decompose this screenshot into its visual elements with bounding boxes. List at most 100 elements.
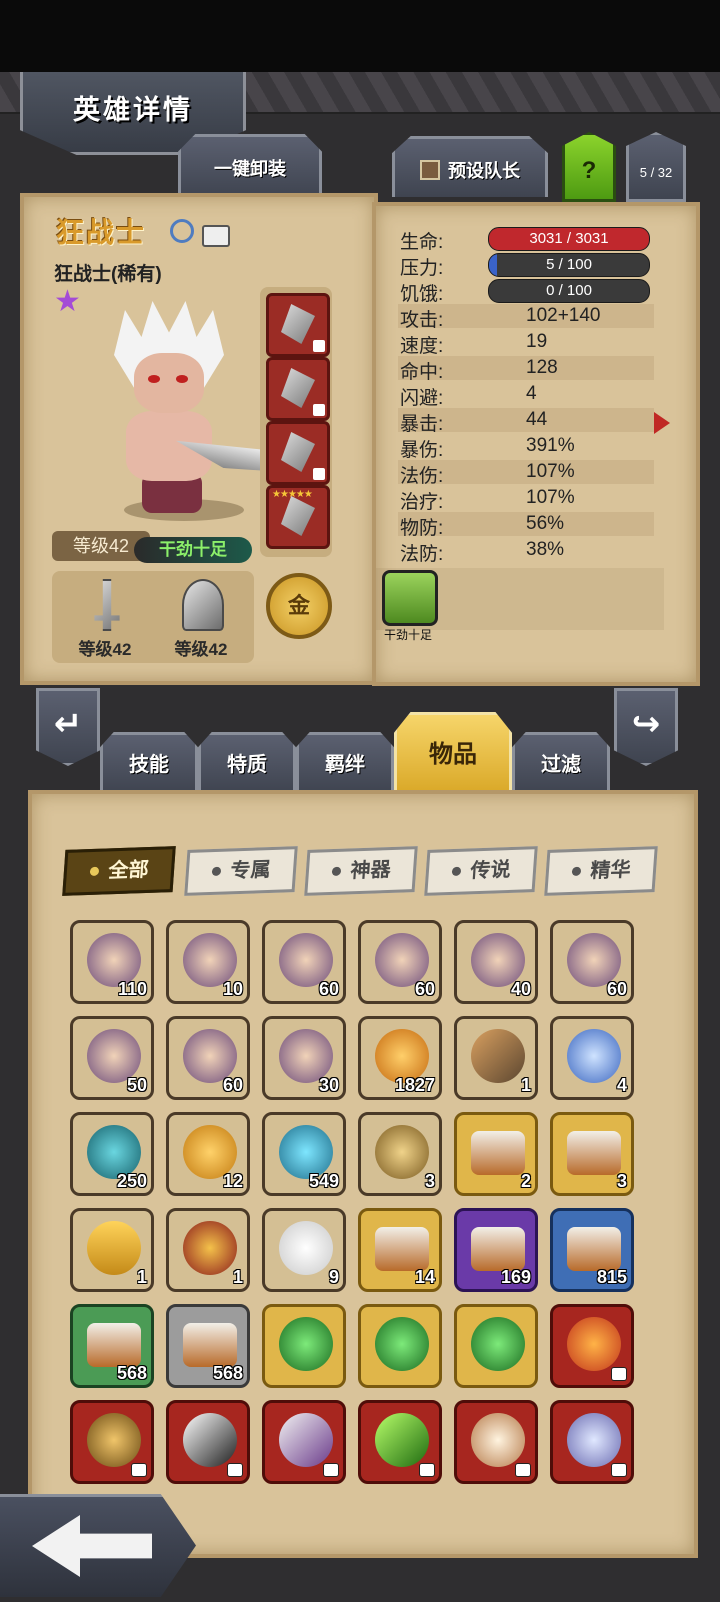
page-title: 英雄详情 <box>73 95 193 125</box>
inventory-item[interactable] <box>262 1400 346 1484</box>
equip-slot-exclusive[interactable]: ★★★★★ <box>266 485 330 549</box>
inventory-item[interactable]: 1 <box>70 1208 154 1292</box>
hero-portrait[interactable] <box>84 293 284 523</box>
inventory-item[interactable] <box>358 1304 442 1388</box>
radio-dot-icon <box>571 866 581 877</box>
inventory-item[interactable]: 60 <box>166 1016 250 1100</box>
radio-dot-icon <box>211 866 221 877</box>
next-hero-arrow-icon[interactable]: ↪ <box>614 688 678 766</box>
filter-label: 专属 <box>229 858 272 883</box>
inventory-item[interactable] <box>166 1400 250 1484</box>
hero-class-rarity: 狂战士(稀有) <box>54 264 162 285</box>
filter-4[interactable]: 精华 <box>544 846 658 896</box>
item-count: 1827 <box>394 1075 435 1095</box>
filter-1[interactable]: 专属 <box>184 846 298 896</box>
tab-4[interactable]: 过滤 <box>512 732 610 793</box>
inventory-item[interactable]: 1 <box>454 1016 538 1100</box>
rename-edit-icon[interactable] <box>202 225 230 247</box>
item-count: 40 <box>510 979 531 999</box>
lock-icon <box>313 468 325 480</box>
pirate-icon <box>183 1221 237 1275</box>
inventory-item[interactable]: 250 <box>70 1112 154 1196</box>
chest-icon <box>471 1131 525 1175</box>
inventory-item[interactable]: 2 <box>454 1112 538 1196</box>
unequip-all-button[interactable]: 一键卸装 <box>178 134 322 197</box>
inventory-item[interactable] <box>454 1400 538 1484</box>
back-button[interactable] <box>0 1494 196 1597</box>
inventory-item[interactable] <box>70 1400 154 1484</box>
tab-0[interactable]: 技能 <box>100 732 198 793</box>
inventory-item[interactable]: 3 <box>358 1112 442 1196</box>
chest-icon <box>567 1131 621 1175</box>
item-count: 1 <box>520 1075 531 1095</box>
stat-label: 压力: <box>400 258 444 279</box>
inventory-item[interactable]: 60 <box>358 920 442 1004</box>
inventory-item[interactable]: 4 <box>550 1016 634 1100</box>
item-count: 169 <box>500 1267 531 1287</box>
lock-icon <box>132 1464 146 1476</box>
inventory-item[interactable]: 815 <box>550 1208 634 1292</box>
hero-name: 狂战士 <box>56 217 147 248</box>
filter-3[interactable]: 传说 <box>424 846 538 896</box>
help-button[interactable]: ? <box>562 132 616 202</box>
white-feather-icon <box>279 1221 333 1275</box>
inventory-item[interactable] <box>358 1400 442 1484</box>
inventory-item[interactable]: 14 <box>358 1208 442 1292</box>
chest-icon <box>567 1227 621 1271</box>
prev-hero-arrow-icon[interactable]: ↵ <box>36 688 100 766</box>
lock-icon <box>324 1464 338 1476</box>
item-count: 1 <box>136 1267 147 1287</box>
stat-value: 5 / 100 <box>546 256 592 273</box>
inventory-item[interactable]: 110 <box>70 920 154 1004</box>
inventory-item[interactable]: 50 <box>70 1016 154 1100</box>
weapon-level: 等级42 <box>78 640 132 659</box>
gold-coin-badge[interactable]: 金 <box>266 573 332 639</box>
equip-slot-weapon[interactable] <box>266 293 330 357</box>
inventory-item[interactable] <box>550 1304 634 1388</box>
inventory-item[interactable]: 60 <box>262 920 346 1004</box>
stat-label: 暴击: <box>400 414 444 435</box>
preset-captain-button[interactable]: 预设队长 <box>392 136 548 197</box>
inventory-item[interactable] <box>454 1304 538 1388</box>
inventory-item[interactable]: 40 <box>454 920 538 1004</box>
expand-stats-arrow-icon[interactable] <box>654 412 670 434</box>
inventory-item[interactable] <box>550 1400 634 1484</box>
filter-label: 精华 <box>589 858 632 883</box>
inventory-item[interactable]: 60 <box>550 920 634 1004</box>
inventory-item[interactable]: 549 <box>262 1112 346 1196</box>
dagger-icon <box>183 1413 237 1467</box>
trait-label: 干劲十足 <box>383 628 432 642</box>
tab-3[interactable]: 物品 <box>394 712 512 795</box>
stat-value: 107% <box>526 461 575 482</box>
armor-level: 等级42 <box>174 640 228 659</box>
inventory-item[interactable]: 169 <box>454 1208 538 1292</box>
motivated-trait-icon[interactable] <box>382 570 438 626</box>
inventory-item[interactable]: 568 <box>70 1304 154 1388</box>
filter-2[interactable]: 神器 <box>304 846 418 896</box>
inventory-item[interactable]: 3 <box>550 1112 634 1196</box>
preset-captain-label: 预设队长 <box>448 161 520 181</box>
equip-slot-accessory[interactable] <box>266 421 330 485</box>
inventory-item[interactable]: 12 <box>166 1112 250 1196</box>
tab-2[interactable]: 羁绊 <box>296 732 394 793</box>
hero-eye <box>176 375 188 383</box>
weapon-upgrade[interactable]: 等级42 <box>60 575 150 661</box>
inventory-item[interactable]: 568 <box>166 1304 250 1388</box>
equip-slot-armor[interactable] <box>266 357 330 421</box>
inventory-item[interactable]: 30 <box>262 1016 346 1100</box>
filter-0[interactable]: 全部 <box>62 846 176 896</box>
stat-row-stress: 压力: 5 / 100 <box>398 252 654 279</box>
inventory-item[interactable] <box>262 1304 346 1388</box>
ticket-icon <box>87 1221 141 1275</box>
armor-upgrade[interactable]: 等级42 <box>156 575 246 661</box>
green-blade-icon <box>375 1413 429 1467</box>
inventory-item[interactable]: 1827 <box>358 1016 442 1100</box>
inventory-item[interactable]: 9 <box>262 1208 346 1292</box>
horn-icon <box>471 1413 525 1467</box>
inventory-item[interactable]: 1 <box>166 1208 250 1292</box>
captain-checkbox[interactable] <box>420 160 440 180</box>
stress-bar: 5 / 100 <box>488 253 650 277</box>
radio-dot-icon <box>331 866 341 877</box>
tab-1[interactable]: 特质 <box>198 732 296 793</box>
inventory-item[interactable]: 10 <box>166 920 250 1004</box>
